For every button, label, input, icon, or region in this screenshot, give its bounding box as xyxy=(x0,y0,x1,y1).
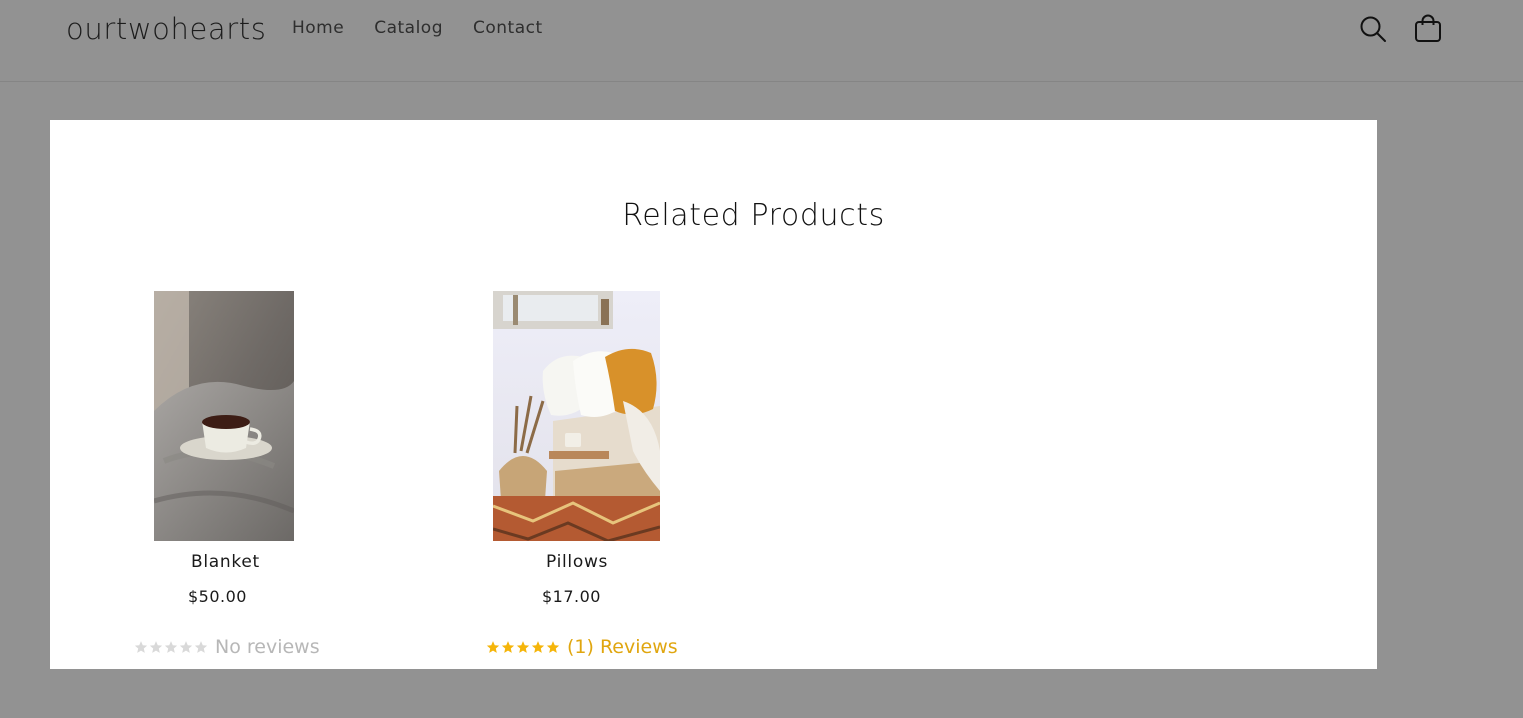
blanket-photo-image xyxy=(154,291,294,541)
star-rating xyxy=(486,640,561,654)
star-empty-icon xyxy=(194,641,208,653)
related-products-modal: Related Products Blanket $50.00 No revie… xyxy=(50,120,1377,669)
product-reviews-pillows[interactable]: (1) Reviews xyxy=(486,636,678,658)
product-name-pillows[interactable]: Pillows xyxy=(546,552,608,572)
star-empty-icon xyxy=(149,641,163,653)
product-price-blanket: $50.00 xyxy=(188,587,247,606)
reviews-link[interactable]: (1) Reviews xyxy=(567,636,678,658)
product-price-pillows: $17.00 xyxy=(542,587,601,606)
main-nav: Home Catalog Contact xyxy=(292,18,573,38)
pillows-photo-image xyxy=(493,291,660,541)
brand-logo[interactable]: ourtwohearts xyxy=(66,12,266,46)
nav-catalog[interactable]: Catalog xyxy=(374,18,443,38)
product-image-blanket[interactable] xyxy=(154,291,294,541)
reviews-link[interactable]: No reviews xyxy=(215,636,320,658)
star-rating xyxy=(134,640,209,654)
cart-button[interactable] xyxy=(1411,12,1445,46)
site-header: ourtwohearts Home Catalog Contact xyxy=(0,0,1523,82)
star-empty-icon xyxy=(164,641,178,653)
star-empty-icon xyxy=(179,641,193,653)
product-name-blanket[interactable]: Blanket xyxy=(191,552,260,572)
cart-icon xyxy=(1415,14,1441,42)
product-image-pillows[interactable] xyxy=(493,291,660,541)
star-filled-icon xyxy=(546,641,560,653)
search-icon xyxy=(1360,16,1386,42)
search-button[interactable] xyxy=(1356,12,1390,46)
modal-title: Related Products xyxy=(622,198,885,233)
product-reviews-blanket[interactable]: No reviews xyxy=(134,636,320,658)
nav-home[interactable]: Home xyxy=(292,18,344,38)
nav-contact[interactable]: Contact xyxy=(473,18,543,38)
star-filled-icon xyxy=(486,641,500,653)
star-filled-icon xyxy=(501,641,515,653)
star-filled-icon xyxy=(516,641,530,653)
star-filled-icon xyxy=(531,641,545,653)
star-empty-icon xyxy=(134,641,148,653)
